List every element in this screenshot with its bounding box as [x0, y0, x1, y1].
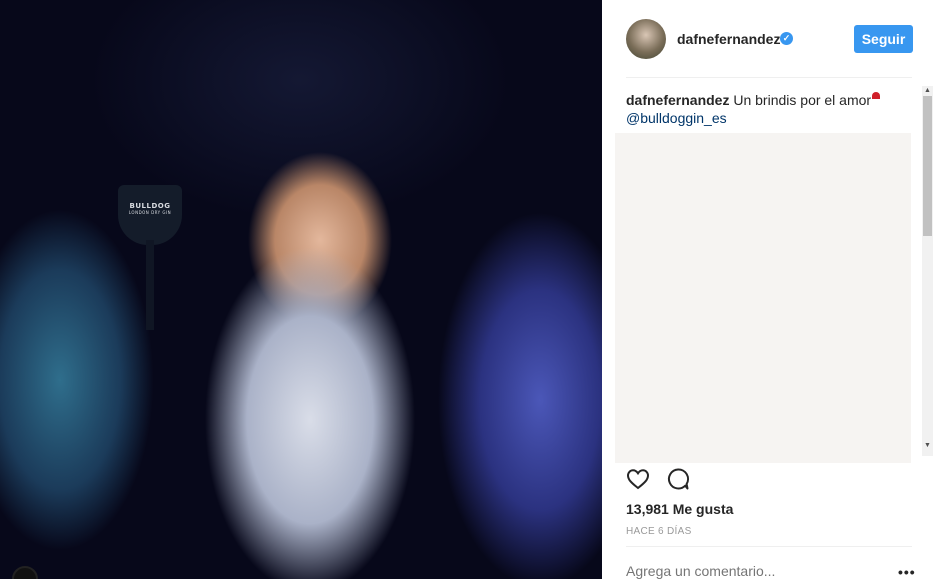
- header-divider: [626, 77, 912, 78]
- comment-bubble-icon[interactable]: [666, 467, 690, 491]
- heart-icon: [872, 92, 881, 99]
- header-username[interactable]: dafnefernandez: [677, 31, 780, 47]
- gin-glass-stem: [146, 240, 154, 330]
- glass-logo-subtext: LONDON DRY GIN: [128, 210, 172, 215]
- comment-divider: [626, 546, 912, 547]
- avatar[interactable]: [626, 19, 666, 59]
- post-timestamp[interactable]: HACE 6 DÍAS: [626, 526, 692, 537]
- post-side-panel: dafnefernandez ✓ Seguir dafnefernandez U…: [602, 0, 933, 580]
- verified-badge-icon: ✓: [780, 32, 793, 45]
- scroll-thumb[interactable]: [923, 96, 932, 236]
- scroll-down-arrow-icon[interactable]: ▼: [922, 441, 933, 451]
- caption-username[interactable]: dafnefernandez: [626, 92, 729, 108]
- follow-button[interactable]: Seguir: [854, 25, 913, 53]
- comments-scrollbar[interactable]: ▲ ▼: [922, 86, 933, 456]
- caption-mention[interactable]: @bulldoggin_es: [626, 110, 727, 126]
- caption-text: Un brindis por el amor: [733, 92, 872, 108]
- comments-placeholder: [615, 133, 911, 463]
- glass-logo-text: BULLDOG: [129, 202, 171, 210]
- glass-logo: BULLDOG LONDON DRY GIN: [128, 202, 172, 215]
- more-options-button[interactable]: •••: [898, 564, 916, 580]
- caption: dafnefernandez Un brindis por el amor @b…: [626, 91, 926, 127]
- post-photo[interactable]: BULLDOG LONDON DRY GIN: [0, 0, 602, 579]
- corner-badge-icon: [12, 566, 38, 579]
- heart-outline-icon[interactable]: [626, 467, 650, 491]
- scroll-up-arrow-icon[interactable]: ▲: [922, 86, 933, 96]
- likes-count[interactable]: 13,981 Me gusta: [626, 501, 733, 517]
- comment-input[interactable]: [626, 563, 886, 579]
- gin-glass: [118, 185, 182, 245]
